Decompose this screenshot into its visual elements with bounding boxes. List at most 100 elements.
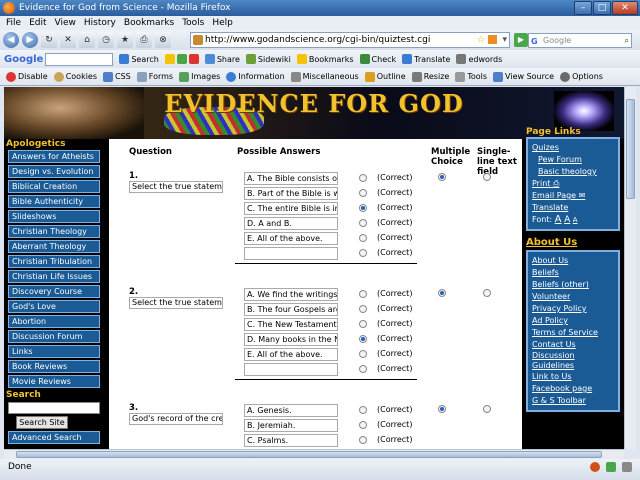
answer-field[interactable] [244,247,338,260]
bookmark-star-icon[interactable]: ★ [117,32,133,48]
font-medium-link[interactable]: A [564,215,570,225]
basic-theology-link[interactable]: Basic theology [532,166,614,178]
question-text-field[interactable]: Select the true statemen [129,297,223,309]
stop-icon[interactable]: ✕ [60,32,76,48]
correct-radio[interactable] [359,219,367,227]
answer-field[interactable]: A. Genesis. [244,404,338,417]
translate-link[interactable]: Translate [532,202,614,214]
security-icon[interactable]: ⊗ [155,32,171,48]
sidebar-link[interactable]: Christian Life Issues [8,270,100,283]
answer-field[interactable]: E. All of the above. [244,232,338,245]
share-button[interactable]: Share [204,54,240,64]
about-link[interactable]: About Us [532,255,614,267]
answer-field[interactable]: E. All of the above. [244,348,338,361]
answer-field[interactable]: B. Part of the Bible is wis [244,187,338,200]
multiple-choice-radio[interactable] [438,289,446,297]
sidebar-link[interactable]: Design vs. Evolution [8,165,100,178]
font-large-link[interactable]: A [555,214,562,225]
status-check-icon[interactable] [606,462,616,472]
email-page-link[interactable]: Email Page ✉ [532,190,614,202]
single-line-radio[interactable] [483,405,491,413]
about-link[interactable]: Facebook page [532,383,614,395]
home-icon[interactable]: ⌂ [79,32,95,48]
answer-field[interactable]: C. Psalms. [244,434,338,447]
menu-help[interactable]: Help [212,16,233,30]
search-icon[interactable]: ⌕ [625,34,629,47]
google-search-input[interactable] [45,52,114,66]
correct-radio[interactable] [359,204,367,212]
answer-field[interactable]: A. We find the writings of [244,288,338,301]
menu-edit[interactable]: Edit [29,16,46,30]
correct-radio[interactable] [359,421,367,429]
advanced-search-link[interactable]: Advanced Search [8,431,100,444]
about-link[interactable]: G & S Toolbar [532,395,614,407]
sidebar-link[interactable]: Discussion Forum [8,330,100,343]
sidebar-link[interactable]: Answers for Atheists [8,150,100,163]
bookmarks-button[interactable]: Bookmarks [296,54,354,64]
multiple-choice-radio[interactable] [438,405,446,413]
sidebar-link[interactable]: Abortion [8,315,100,328]
about-link[interactable]: Discussion Guidelines [532,351,602,371]
dev-disable[interactable]: Disable [6,71,48,82]
answer-field[interactable]: B. The four Gospels are [244,303,338,316]
reload-icon[interactable]: ↻ [41,32,57,48]
font-small-link[interactable]: A [573,216,578,224]
correct-radio[interactable] [359,249,367,257]
sidebar-link[interactable]: Links [8,345,100,358]
sidebar-link[interactable]: Aberrant Theology [8,240,100,253]
addon-icon[interactable] [590,462,600,472]
dev-view-source[interactable]: View Source [493,71,554,82]
status-tool-icon[interactable] [622,462,632,472]
sidebar-link[interactable]: God's Love [8,300,100,313]
answer-field[interactable]: C. The entire Bible is ins [244,202,338,215]
menu-bookmarks[interactable]: Bookmarks [124,16,174,30]
correct-radio[interactable] [359,350,367,358]
search-site-button[interactable]: Search Site [16,416,68,429]
about-link[interactable]: Beliefs [532,267,614,279]
dev-css[interactable]: CSS [103,71,131,82]
forward-icon[interactable]: ▶ [22,32,38,48]
vertical-scroll-thumb[interactable] [626,99,635,199]
print-icon[interactable]: ⎙ [136,32,152,48]
about-link[interactable]: Link to Us [532,371,614,383]
sidebar-link[interactable]: Movie Reviews [8,375,100,388]
answer-field[interactable]: C. The New Testament I [244,318,338,331]
correct-radio[interactable] [359,365,367,373]
dev-cookies[interactable]: Cookies [53,71,97,82]
single-line-radio[interactable] [483,173,491,181]
user-button[interactable]: edwords [456,54,502,64]
sidebar-link[interactable]: Christian Theology [8,225,100,238]
sidebar-link[interactable]: Slideshows [8,210,100,223]
answer-field[interactable]: B. Jeremiah. [244,419,338,432]
correct-radio[interactable] [359,189,367,197]
dev-resize[interactable]: Resize [411,71,449,82]
about-link[interactable]: Terms of Service [532,327,614,339]
pew-forum-link[interactable]: Pew Forum [532,154,614,166]
go-button[interactable]: ▶ [514,33,528,47]
translate-button[interactable]: Translate [402,54,450,64]
question-text-field[interactable]: Select the true statemen [129,181,223,193]
about-link[interactable]: Volunteer [532,291,614,303]
history-icon[interactable]: ◷ [98,32,114,48]
sidebar-link[interactable]: Biblical Creation [8,180,100,193]
vertical-scrollbar[interactable] [624,87,636,449]
correct-radio[interactable] [359,234,367,242]
dev-information[interactable]: Information [226,71,285,82]
site-search-input[interactable] [8,402,100,414]
correct-radio[interactable] [359,290,367,298]
menu-view[interactable]: View [55,16,76,30]
correct-radio[interactable] [359,406,367,414]
print-link[interactable]: Print ⎙ [532,178,614,190]
answer-field[interactable]: A. The Bible consists of [244,172,338,185]
close-button[interactable]: ✕ [612,1,638,15]
dev-options[interactable]: Options [560,71,603,82]
about-link[interactable]: Contact Us [532,339,614,351]
answer-field[interactable] [244,363,338,376]
single-line-radio[interactable] [483,289,491,297]
url-bar[interactable]: http://www.godandscience.org/cgi-bin/qui… [190,32,510,48]
minimize-button[interactable]: – [574,1,592,15]
dev-images[interactable]: Images [179,71,220,82]
sidebar-link[interactable]: Discovery Course [8,285,100,298]
google-search-button[interactable]: Search [119,54,159,64]
sidebar-link[interactable]: Bible Authenticity [8,195,100,208]
